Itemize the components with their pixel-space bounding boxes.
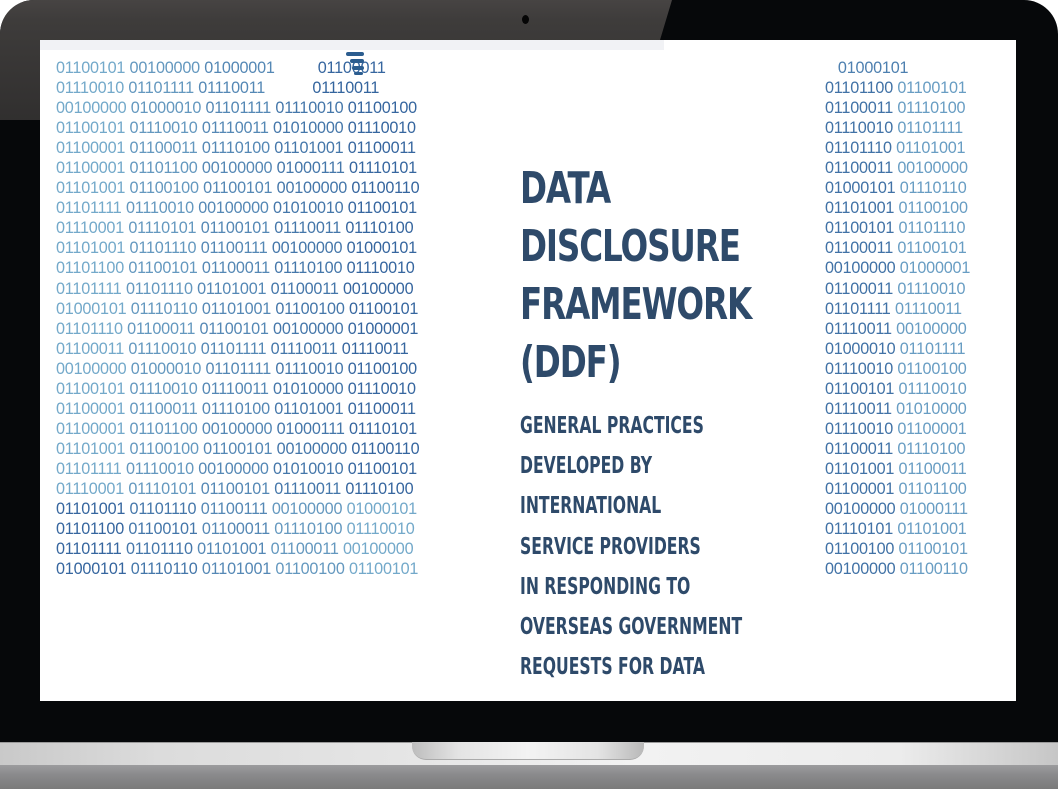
binary-line: 01101001 01100011 xyxy=(825,459,967,478)
binary-line: 01101111 01110010 00100000 01010010 0110… xyxy=(56,199,417,218)
binary-line: 01101110 01101001 xyxy=(825,139,966,158)
subtitle-line: SERVICE PROVIDERS xyxy=(520,533,701,560)
binary-line: 01100001 01101100 00100000 01000111 0111… xyxy=(56,159,417,178)
binary-line: 01110011 00100000 xyxy=(825,319,967,338)
binary-line: 01101001 01100100 xyxy=(825,199,968,218)
binary-text-left: 01100101 00100000 01000001 0110001101110… xyxy=(56,58,420,579)
binary-line: 01101100 01100101 01100011 01110100 0111… xyxy=(56,520,415,539)
laptop-screen: 01100101 00100000 01000001 0110001101110… xyxy=(40,40,1016,701)
binary-line: 01100001 01100011 01110100 01101001 0110… xyxy=(56,399,416,418)
title-line: DISCLOSURE xyxy=(520,221,741,272)
binary-line: 01110010 01101111 01110011 01110011 xyxy=(56,79,380,98)
binary-line: 01100101 01110010 xyxy=(825,379,967,398)
subtitle-line: GENERAL PRACTICES xyxy=(520,413,704,439)
title-line: DATA xyxy=(520,163,611,214)
base-bottom-edge xyxy=(0,765,1058,789)
binary-line: 01101001 01100100 01100101 00100000 0110… xyxy=(56,179,420,198)
binary-line: 01100011 01110100 xyxy=(825,439,966,458)
binary-line: 01101001 01101110 01100111 00100000 0100… xyxy=(56,500,417,519)
binary-line: 01100011 01100101 xyxy=(825,239,967,258)
binary-line: 01110010 01101111 xyxy=(825,119,963,138)
binary-line: 01000101 xyxy=(837,59,909,77)
binary-line: 01100100 01100101 xyxy=(825,540,968,559)
subtitle-line: OVERSEAS GOVERNMENT xyxy=(520,614,743,641)
binary-line: 01101111 01110011 xyxy=(825,299,962,318)
laptop-base xyxy=(0,742,1058,789)
binary-line: 01100101 01101110 xyxy=(825,219,966,238)
binary-line: 01110101 01101001 xyxy=(825,520,967,539)
binary-line: 01000101 01110110 01101001 01100100 0110… xyxy=(56,560,419,579)
binary-line: 01000101 01110110 01101001 01100100 0110… xyxy=(56,299,419,318)
binary-line: 00100000 01000010 01101111 01110010 0110… xyxy=(56,359,417,378)
title-line: (DDF) xyxy=(520,337,622,388)
title-line: FRAMEWORK xyxy=(520,279,752,330)
binary-line: 01100011 01110010 01101111 01110011 0111… xyxy=(56,339,409,358)
binary-line: 01101100 01100101 01100011 01110100 0111… xyxy=(56,259,415,278)
stacked-bars-logo-icon xyxy=(342,52,368,76)
binary-line: 01101100 01100101 xyxy=(825,79,967,98)
binary-line: 01101111 01101110 01101001 01100011 0010… xyxy=(56,540,414,559)
binary-line: 01100001 01101100 xyxy=(825,479,967,498)
binary-line: 01100011 00100000 xyxy=(825,159,968,178)
binary-line: 01110001 01110101 01100101 01110011 0111… xyxy=(56,219,414,238)
screen-glare xyxy=(40,40,664,50)
subtitle-line: REQUESTS FOR DATA xyxy=(520,654,705,681)
binary-line: 00100000 01000111 xyxy=(825,500,968,519)
lid-opening-notch xyxy=(412,742,644,760)
binary-line: 01101001 01101110 01100111 00100000 0100… xyxy=(56,239,417,258)
binary-line: 00100000 01100110 xyxy=(825,560,968,579)
binary-line: 01100011 01110100 xyxy=(825,99,966,118)
binary-line: 01100101 01110010 01110011 01010000 0111… xyxy=(56,119,416,138)
binary-line: 01100011 01110010 xyxy=(825,279,966,298)
binary-line: 01110010 01100001 xyxy=(825,419,967,438)
subtitle-line: IN RESPONDING TO xyxy=(520,573,691,600)
document-subtitle: GENERAL PRACTICES DEVELOPED BY INTERNATI… xyxy=(520,406,742,687)
binary-line: 00100000 01000001 xyxy=(825,259,971,278)
binary-line: 01000101 01110110 xyxy=(825,179,967,198)
binary-line: 01100001 01101100 00100000 01000111 0111… xyxy=(56,419,417,438)
binary-line: 01101111 01110010 00100000 01010010 0110… xyxy=(56,459,417,478)
binary-line: 01110011 01010000 xyxy=(825,399,967,418)
binary-line: 01101110 01100011 01100101 00100000 0100… xyxy=(56,319,419,338)
binary-line: 00100000 01000010 01101111 01110010 0110… xyxy=(56,99,417,118)
binary-line: 01110001 01110101 01100101 01110011 0111… xyxy=(56,479,414,498)
binary-line: 01101001 01100100 01100101 00100000 0110… xyxy=(56,439,420,458)
subtitle-line: INTERNATIONAL xyxy=(520,493,662,520)
binary-line: 01100101 01110010 01110011 01010000 0111… xyxy=(56,379,416,398)
subtitle-line: DEVELOPED BY xyxy=(520,453,653,480)
webcam-icon xyxy=(522,15,529,24)
binary-line: 01110010 01100100 xyxy=(825,359,967,378)
binary-text-right: 01000101 01101100 01100101 01100011 011101… xyxy=(825,58,970,579)
laptop-bezel: 01100101 00100000 01000001 0110001101110… xyxy=(0,0,1058,745)
laptop-mockup: 01100101 00100000 01000001 0110001101110… xyxy=(0,0,1058,789)
binary-line: 01101111 01101110 01101001 01100011 0010… xyxy=(56,279,414,298)
binary-line: 01100001 01100011 01110100 01101001 0110… xyxy=(56,139,416,158)
document-title: DATA DISCLOSURE FRAMEWORK (DDF) xyxy=(520,160,810,392)
binary-line: 01000010 01101111 xyxy=(825,339,966,358)
